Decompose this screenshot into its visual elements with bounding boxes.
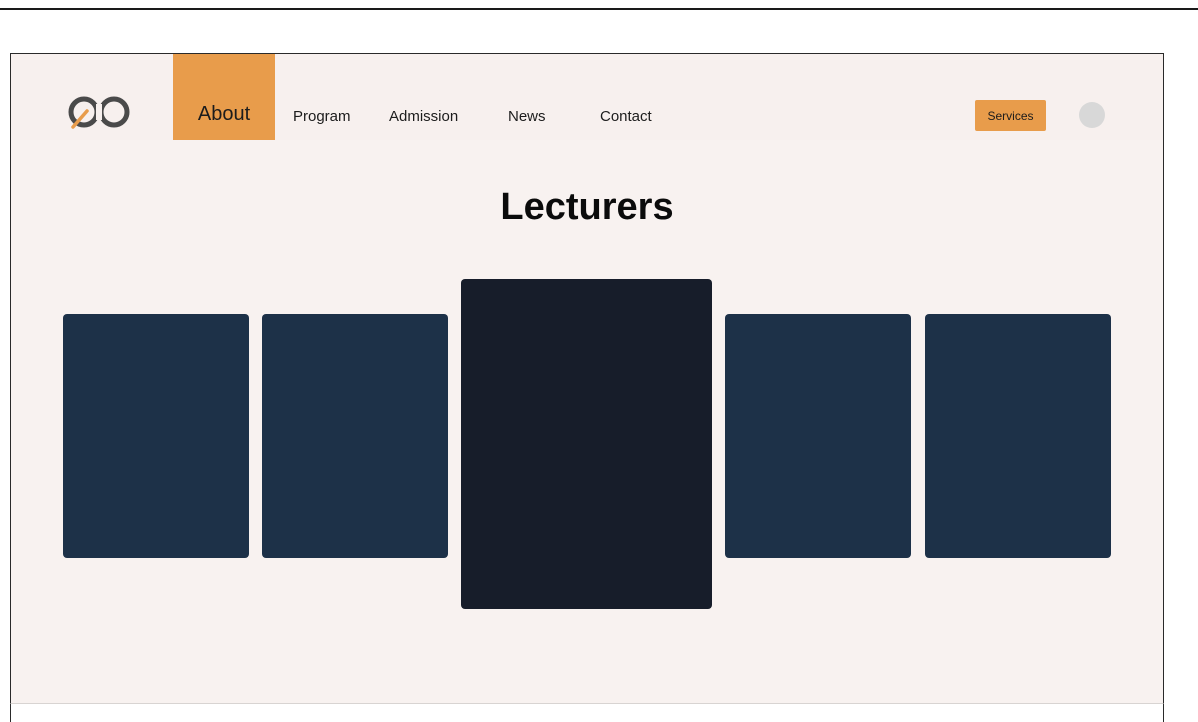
- nav-item-admission[interactable]: Admission: [389, 108, 458, 125]
- lecturer-card-4[interactable]: [725, 314, 911, 558]
- nav-item-program[interactable]: Program: [293, 108, 351, 125]
- nav-item-news[interactable]: News: [508, 108, 546, 125]
- lecturer-card-1[interactable]: [63, 314, 249, 558]
- lecturer-card-2[interactable]: [262, 314, 448, 558]
- logo-icon[interactable]: [65, 94, 135, 130]
- nav-item-about-label: About: [197, 102, 251, 125]
- lecturer-card-5[interactable]: [925, 314, 1111, 558]
- page-title: Lecturers: [500, 186, 674, 228]
- nav-item-contact[interactable]: Contact: [600, 108, 652, 125]
- browser-frame: About Program Admission News Contact Ser…: [10, 53, 1164, 703]
- top-rule: [0, 8, 1198, 10]
- navbar: About Program Admission News Contact Ser…: [11, 54, 1163, 140]
- next-section: [10, 703, 1164, 722]
- avatar[interactable]: [1079, 102, 1105, 128]
- lecturer-card-featured[interactable]: [461, 279, 712, 609]
- services-button[interactable]: Services: [975, 100, 1046, 131]
- nav-item-about[interactable]: About: [173, 54, 275, 140]
